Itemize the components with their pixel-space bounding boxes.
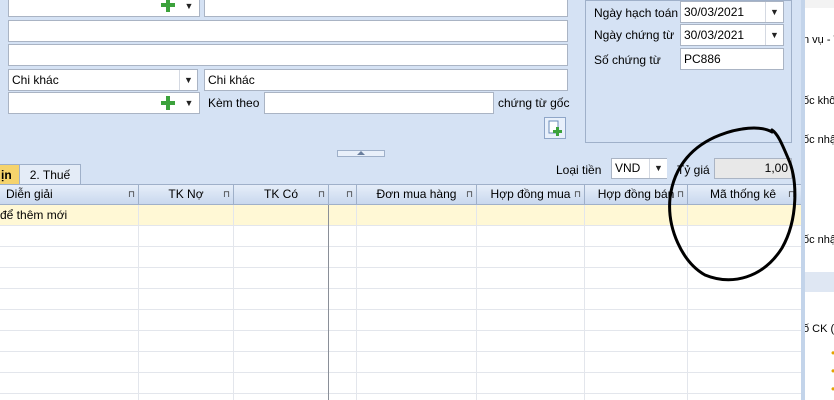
employee-dropdown-button[interactable]: ▼ [180, 93, 198, 113]
table-row[interactable] [0, 352, 801, 373]
pin-icon[interactable]: ⊓ [466, 185, 473, 204]
chevron-down-icon: ▼ [770, 30, 779, 40]
plus-icon [161, 0, 175, 12]
add-employee-button[interactable] [158, 93, 178, 113]
voucher-date-value: 30/03/2021 [684, 28, 745, 42]
column-header-tk-no[interactable]: TK Nợ ⊓ [139, 185, 234, 205]
column-divider [138, 205, 139, 400]
tab-thue[interactable]: 2. Thuế [19, 164, 81, 185]
object-dropdown-button[interactable]: ▼ [180, 0, 198, 16]
column-label: Hợp đồng mua [490, 187, 571, 201]
receiver-field[interactable] [8, 44, 568, 66]
reason-select[interactable]: Chi khác [8, 69, 198, 91]
reason-description-value: Chi khác [208, 73, 255, 87]
voucher-date-dropdown[interactable]: ▼ [765, 25, 783, 45]
column-divider [584, 205, 585, 400]
chevron-down-icon: ▼ [184, 98, 194, 108]
voucher-number-value: PC886 [684, 52, 721, 66]
chevron-down-icon: ▼ [770, 7, 779, 17]
tab-hach-toan-label: ịn [1, 168, 12, 182]
strip-header-band [805, 272, 834, 292]
pin-icon[interactable]: ⊓ [574, 185, 581, 204]
so-chung-tu-label: Số chứng từ [594, 53, 661, 67]
chung-tu-goc-label: chứng từ gốc [498, 96, 570, 110]
add-object-button[interactable] [158, 0, 178, 15]
pin-icon[interactable]: ⊓ [128, 185, 135, 204]
collapse-up-icon [357, 151, 365, 155]
column-divider [356, 205, 357, 400]
pin-icon[interactable]: ⊓ [346, 185, 353, 204]
table-row[interactable] [0, 289, 801, 310]
hand-drawn-circle-annotation [668, 126, 797, 282]
strip-label: ốc nhậ [803, 134, 834, 146]
right-side-panel: n vụ - T ốc khô ốc nhậ ốc nhậ ố CK (% • … [801, 0, 834, 400]
posting-date-value: 30/03/2021 [684, 5, 745, 19]
plus-icon [161, 96, 175, 110]
column-header-don-mua-hang[interactable]: Đơn mua hàng ⊓ [357, 185, 477, 205]
column-header-dien-giai[interactable]: Diễn giải ⊓ [0, 185, 139, 205]
currency-value: VND [615, 161, 641, 175]
frozen-divider [328, 205, 329, 400]
new-row-hint: để thêm mới [0, 208, 68, 222]
reason-dropdown-button[interactable]: ▼ [179, 70, 197, 90]
strip-label: ốc khô [803, 95, 834, 107]
column-divider [233, 205, 234, 400]
column-label: TK Có [263, 187, 298, 201]
object-name-field[interactable] [204, 0, 568, 17]
reason-description-field[interactable]: Chi khác [204, 69, 568, 91]
voucher-number-field[interactable]: PC886 [680, 48, 784, 70]
table-row[interactable] [0, 331, 801, 352]
currency-label: Loại tiền [556, 163, 602, 177]
ngay-chung-tu-label: Ngày chứng từ [594, 28, 675, 42]
tab-hach-toan[interactable]: ịn [0, 164, 20, 185]
column-label: Đơn mua hàng [376, 187, 457, 201]
address-field[interactable] [8, 20, 568, 42]
column-label: TK Nợ [168, 187, 204, 201]
chevron-down-icon: ▼ [184, 1, 194, 11]
strip-label: n vụ - T [803, 34, 834, 46]
column-header-hop-dong-mua[interactable]: Hợp đồng mua ⊓ [477, 185, 585, 205]
column-header-tk-co[interactable]: TK Có ⊓ [234, 185, 329, 205]
kem-theo-label: Kèm theo [208, 96, 260, 110]
posting-date-dropdown[interactable]: ▼ [765, 2, 783, 22]
strip-label: ốc nhậ [803, 234, 834, 246]
column-label: Diễn giải [6, 187, 53, 201]
kem-theo-field[interactable] [264, 92, 494, 114]
reason-select-value: Chi khác [12, 73, 59, 87]
column-divider [476, 205, 477, 400]
panel-splitter[interactable] [337, 150, 385, 157]
pin-icon[interactable]: ⊓ [223, 185, 230, 204]
column-header-narrow[interactable]: ⊓ [329, 185, 357, 205]
strip-label: ố CK (% [803, 323, 834, 335]
table-row[interactable] [0, 310, 801, 331]
attach-plus-icon [548, 120, 562, 136]
table-row[interactable] [0, 373, 801, 394]
strip-top [805, 0, 834, 8]
pin-icon[interactable]: ⊓ [318, 185, 325, 204]
tab-thue-label: 2. Thuế [29, 168, 71, 182]
chevron-down-icon: ▼ [184, 75, 193, 85]
ngay-hach-toan-label: Ngày hạch toán [594, 6, 679, 20]
attach-document-button[interactable] [544, 117, 566, 139]
